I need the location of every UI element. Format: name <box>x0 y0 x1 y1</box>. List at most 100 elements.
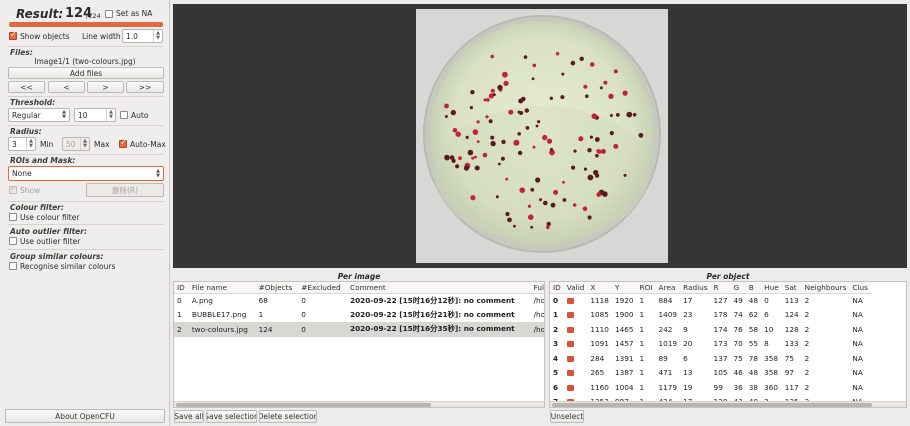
per-object-table-row[interactable]: 6 1160 1004 1 1179 19 99 36 38 360 117 2 NA <box>550 380 871 395</box>
set-na-checkbox[interactable] <box>105 10 113 18</box>
per-object-table-cell: 99 <box>713 382 723 392</box>
per-object-column-header[interactable]: Neighbours <box>801 282 850 294</box>
valid-icon[interactable] <box>566 312 574 319</box>
per-object-column-header[interactable]: Sat <box>781 282 802 294</box>
valid-icon[interactable] <box>566 341 574 348</box>
per-object-column-header[interactable]: B <box>745 282 762 294</box>
about-opencfu-button[interactable]: About OpenCFU <box>5 409 165 423</box>
per-image-table-cell: 0 <box>301 310 306 320</box>
per-object-table-row[interactable]: 1 1085 1900 1 1409 23 178 74 62 6 124 2 NA <box>550 308 871 323</box>
per-object-title: Per object <box>706 272 750 281</box>
colony-dot <box>594 137 600 142</box>
per-object-table-cell: 1118 <box>590 296 609 305</box>
line-width-spin-icon[interactable]: ▲ ▼ <box>153 30 162 42</box>
per-object-column-header[interactable]: Radius <box>680 282 711 294</box>
per-object-table-cell: 1920 <box>614 296 634 305</box>
save-selection-button[interactable]: Save selection <box>206 410 257 423</box>
valid-icon[interactable] <box>566 370 574 377</box>
per-object-table-row[interactable]: 2 1110 1465 1 242 9 174 76 58 10 128 2 NA <box>550 322 871 337</box>
auto-threshold-checkbox[interactable] <box>120 111 128 119</box>
per-image-table-cell: 0 <box>177 296 182 305</box>
line-width-spinbox[interactable]: 1.0 ▲ ▼ <box>122 29 163 43</box>
previous-image-button[interactable]: < <box>48 81 85 93</box>
threshold-spin-icon[interactable]: ▲ ▼ <box>106 109 115 121</box>
valid-icon[interactable] <box>566 298 574 304</box>
per-object-column-header[interactable]: Area <box>655 282 681 294</box>
colony-dot <box>599 86 603 90</box>
per-object-table-row[interactable]: 3 1091 1457 1 1019 20 173 70 55 8 133 2 NA <box>550 337 871 352</box>
colony-dot <box>626 111 633 118</box>
per-image-horizontal-scrollbar[interactable] <box>174 401 544 407</box>
per-object-column-header[interactable]: Valid <box>563 282 588 294</box>
image-viewer[interactable] <box>173 4 907 268</box>
delete-roi-button[interactable]: 删除(R) <box>86 183 164 197</box>
per-object-column-header[interactable]: Clus <box>849 282 871 294</box>
per-object-table-cell: 17 <box>683 296 693 305</box>
threshold-value-spinbox[interactable]: 10 ▲ ▼ <box>74 108 116 122</box>
recognise-similar-colours-checkbox[interactable] <box>9 262 17 270</box>
per-object-column-header[interactable]: ROI <box>636 282 656 294</box>
min-radius-spin-icon[interactable]: ▲ ▼ <box>26 138 35 150</box>
per-object-column-header[interactable]: R <box>710 282 731 294</box>
colony-dot <box>518 98 524 104</box>
per-image-column-header[interactable]: #Excluded <box>298 282 348 294</box>
threshold-mode-select[interactable]: Regular ▲ ▼ <box>8 108 70 122</box>
colony-dot <box>571 165 576 170</box>
per-object-table-row[interactable]: 0 1118 1920 1 884 17 127 49 48 0 113 2 NA <box>550 293 871 308</box>
valid-icon[interactable] <box>566 355 574 362</box>
per-image-column-header[interactable]: #Objects <box>255 282 299 294</box>
per-object-column-header[interactable]: G <box>730 282 746 294</box>
per-object-column-header[interactable]: ID <box>550 282 564 294</box>
per-object-table-cell: 49 <box>733 296 743 305</box>
per-object-table-cell: 62 <box>748 310 759 320</box>
last-image-button[interactable]: >> <box>126 81 164 93</box>
set-na-label: Set as NA <box>116 9 153 18</box>
files-section-label: Files: <box>10 48 33 57</box>
per-object-table-row[interactable]: 4 284 1391 1 89 6 137 75 78 358 75 2 NA <box>550 351 871 366</box>
per-object-table-cell: 6 <box>764 310 769 320</box>
per-image-table-row[interactable]: 1 BUBBLE17.png 1 0 2020-09-22 [15时16分21秒]: n… <box>174 308 545 323</box>
per-object-column-header[interactable]: Hue <box>761 282 782 294</box>
per-object-column-header[interactable]: X <box>587 282 612 294</box>
per-image-table-row[interactable]: 0 A.png 68 0 2020-09-22 [15时16分12秒]: no comm… <box>174 293 544 308</box>
max-radius-spinbox[interactable]: 50 ▲ ▼ <box>62 137 90 151</box>
delete-selection-button[interactable]: Delete selection <box>259 410 317 423</box>
valid-icon[interactable] <box>566 384 574 391</box>
colony-dot <box>505 177 509 181</box>
per-object-scroll-thumb[interactable] <box>552 403 872 407</box>
per-object-table-cell: 1 <box>639 324 645 334</box>
per-image-column-header[interactable]: ID <box>174 282 189 294</box>
threshold-mode-value: Regular <box>12 110 41 120</box>
per-object-table-cell: 173 <box>713 339 728 349</box>
colony-dot <box>507 217 512 223</box>
next-image-button[interactable]: > <box>87 81 124 93</box>
per-image-scroll-thumb[interactable] <box>176 403 431 407</box>
per-object-horizontal-scrollbar[interactable] <box>550 401 906 407</box>
unselect-button[interactable]: Unselect <box>550 410 584 423</box>
per-image-table-row[interactable]: 2 two-colours.jpg 124 0 2020-09-22 [15时16分35… <box>174 322 544 337</box>
per-object-column-header[interactable]: Y <box>611 282 637 294</box>
show-objects-checkbox[interactable] <box>9 30 17 40</box>
valid-icon[interactable] <box>566 326 574 333</box>
min-radius-spinbox[interactable]: 3 ▲ ▼ <box>8 137 36 151</box>
show-roi-checkbox[interactable] <box>9 184 17 194</box>
first-image-button[interactable]: << <box>8 81 45 93</box>
per-image-table-cell: /home/helu/op <box>533 310 545 320</box>
auto-max-checkbox[interactable] <box>119 138 127 148</box>
per-image-column-header[interactable]: Full Path <box>530 282 544 294</box>
colony-dot <box>573 149 577 153</box>
per-object-table-cell: 284 <box>590 353 605 363</box>
colony-dot <box>530 187 535 192</box>
use-colour-filter-checkbox[interactable] <box>9 213 17 221</box>
per-image-column-header[interactable]: Comment <box>347 282 531 294</box>
roi-mask-select[interactable]: None ▲ ▼ <box>8 166 164 181</box>
per-image-column-header[interactable]: File name <box>188 282 256 294</box>
colony-dot <box>578 136 584 142</box>
save-all-button[interactable]: Save all <box>174 410 204 423</box>
per-object-table-row[interactable]: 5 265 1387 1 471 13 105 46 48 358 97 2 NA <box>550 366 871 381</box>
valid-icon-cell <box>564 308 588 323</box>
max-radius-spin-icon[interactable]: ▲ ▼ <box>80 138 89 150</box>
add-files-button[interactable]: Add files <box>8 67 164 79</box>
per-image-table-cell: 2020-09-22 [15时16分35秒]: no comment <box>347 322 531 337</box>
use-outlier-filter-checkbox[interactable] <box>9 237 17 245</box>
